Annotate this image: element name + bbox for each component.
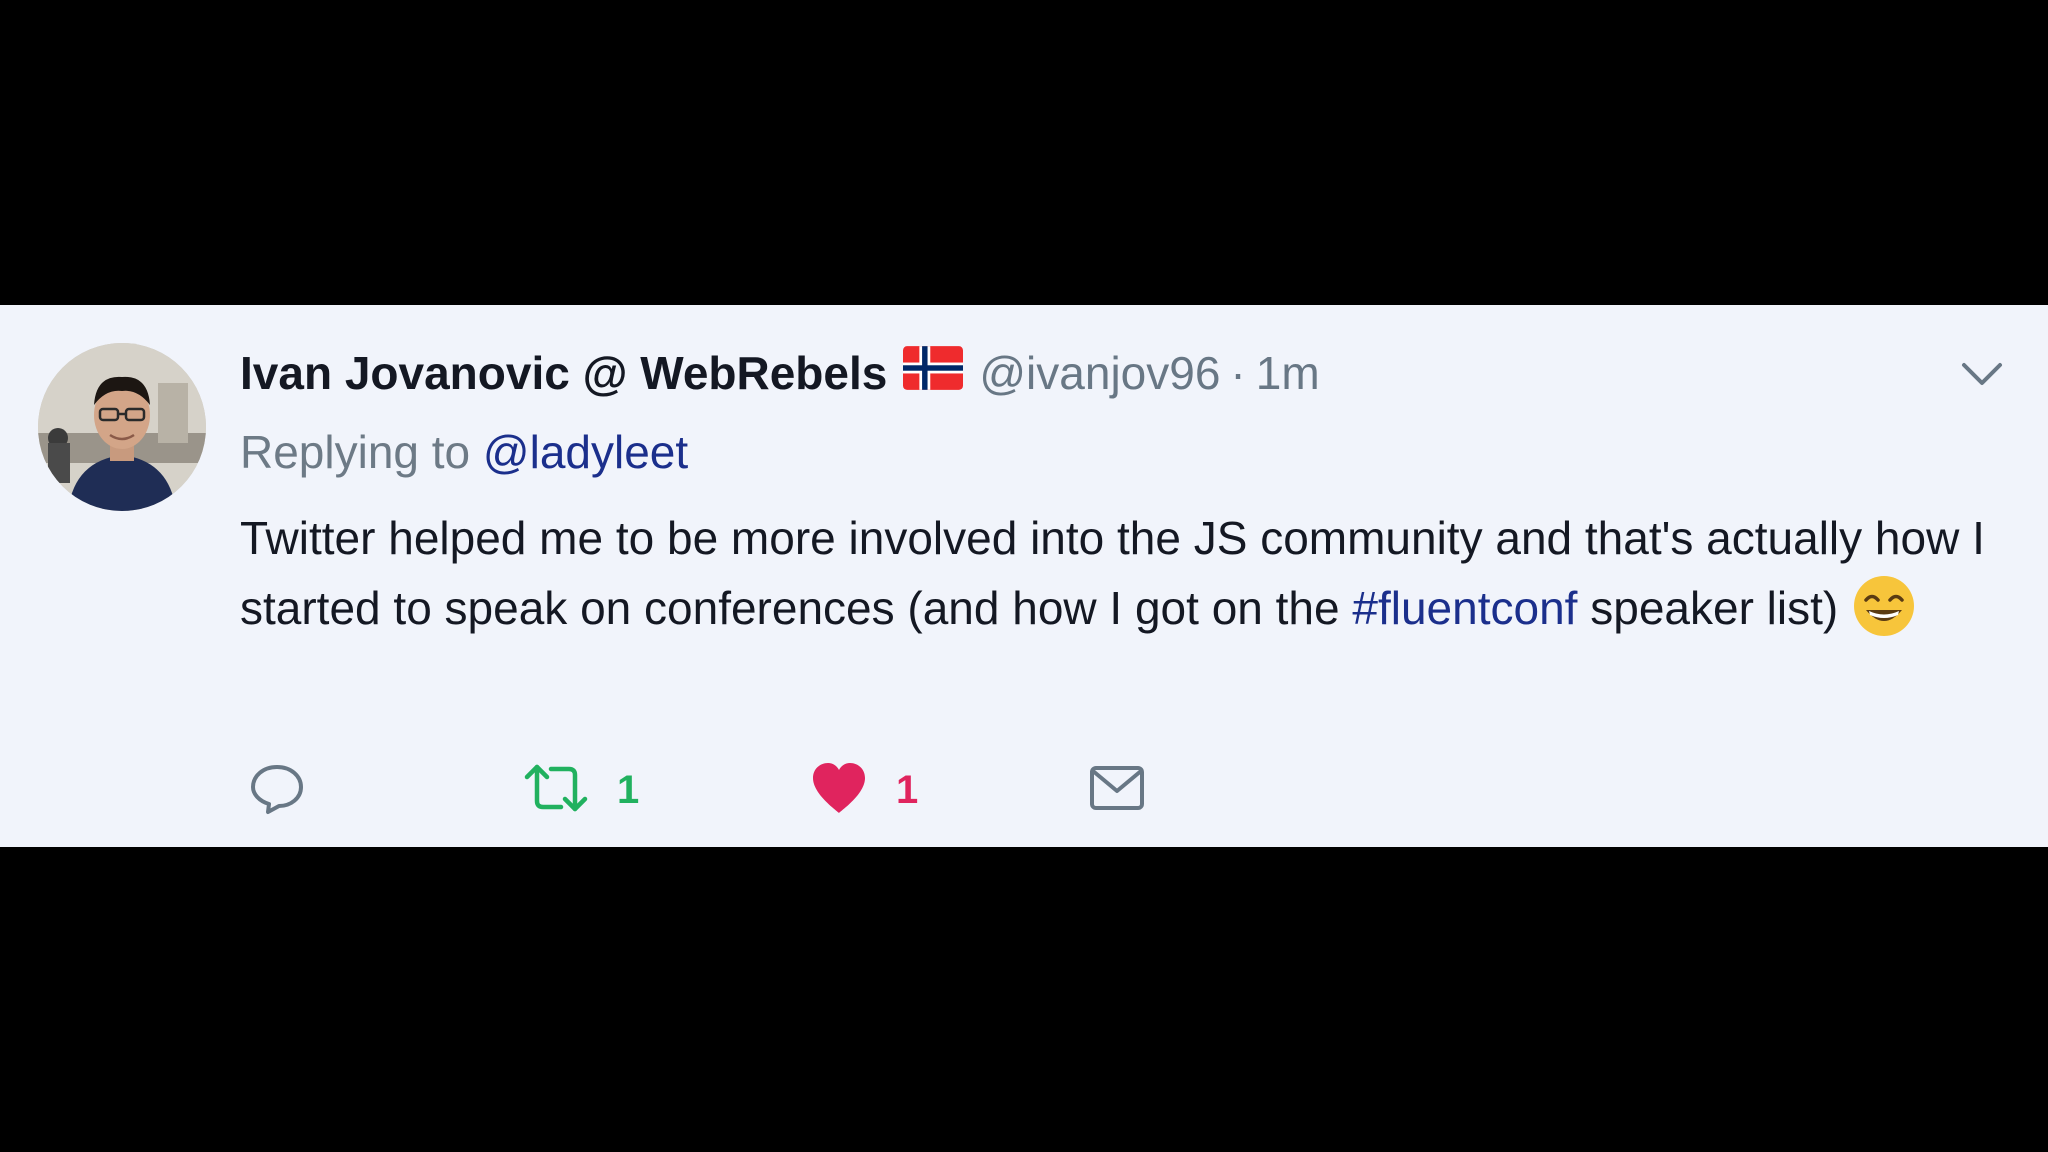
video-frame: Ivan Jovanovic @ WebRebels @ivanjov96 · … <box>0 0 2048 1152</box>
like-button[interactable]: 1 <box>810 755 918 825</box>
grinning-face-emoji-icon <box>1852 574 1916 638</box>
retweet-count: 1 <box>617 767 640 812</box>
avatar[interactable] <box>38 343 206 511</box>
separator-dot: · <box>1230 347 1246 399</box>
like-count: 1 <box>896 767 919 812</box>
tweet-actions: 1 1 <box>248 755 1248 825</box>
direct-message-button[interactable] <box>1088 755 1146 825</box>
retweet-button[interactable]: 1 <box>523 755 639 825</box>
timestamp[interactable]: 1m <box>1256 346 1320 400</box>
tweet-header: Ivan Jovanovic @ WebRebels @ivanjov96 · … <box>240 343 1320 403</box>
chevron-down-icon[interactable] <box>1958 353 2006 393</box>
hashtag-link[interactable]: #fluentconf <box>1352 582 1577 634</box>
mention-link[interactable]: @ladyleet <box>483 426 688 478</box>
norway-flag-icon <box>903 346 964 390</box>
envelope-icon <box>1088 763 1146 818</box>
reply-icon <box>248 759 306 822</box>
tweet-card[interactable]: Ivan Jovanovic @ WebRebels @ivanjov96 · … <box>0 305 2048 847</box>
display-name[interactable]: Ivan Jovanovic @ WebRebels <box>240 346 887 400</box>
retweet-icon <box>523 759 589 822</box>
tweet-text-part2: speaker list) <box>1590 582 1839 634</box>
user-handle[interactable]: @ivanjov96 <box>979 346 1220 400</box>
tweet-text: Twitter helped me to be more involved in… <box>240 503 2020 643</box>
reply-button[interactable] <box>248 755 306 825</box>
replying-to: Replying to @ladyleet <box>240 425 688 479</box>
replying-to-label: Replying to <box>240 426 471 478</box>
heart-icon <box>810 761 868 820</box>
